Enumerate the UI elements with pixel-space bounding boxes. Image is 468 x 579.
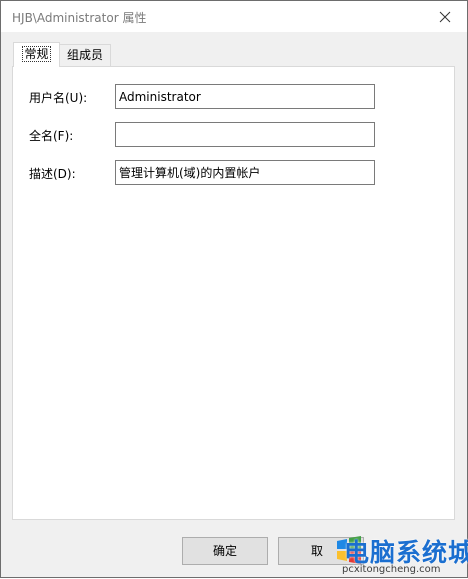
- fullname-field[interactable]: [115, 122, 375, 147]
- properties-dialog: HJB\Administrator 属性 常规 组成员 用户名(U): 全名(F…: [0, 0, 468, 578]
- dialog-body: 常规 组成员 用户名(U): 全名(F): 描述(D): 确定 取: [1, 32, 467, 577]
- general-tab-panel: 用户名(U): 全名(F): 描述(D):: [12, 66, 455, 520]
- title-bar[interactable]: HJB\Administrator 属性: [1, 1, 467, 32]
- tab-member-of[interactable]: 组成员: [59, 44, 111, 66]
- cancel-button[interactable]: 取: [278, 537, 364, 565]
- close-icon: [439, 11, 451, 23]
- username-label: 用户名(U):: [29, 91, 88, 105]
- fullname-label: 全名(F):: [29, 129, 74, 143]
- description-label: 描述(D):: [29, 167, 76, 181]
- tab-general[interactable]: 常规: [13, 42, 60, 67]
- username-field[interactable]: [115, 84, 375, 109]
- window-title: HJB\Administrator 属性: [12, 11, 147, 25]
- tab-general-label: 常规: [22, 46, 51, 62]
- ok-button[interactable]: 确定: [182, 537, 268, 565]
- tab-member-of-label: 组成员: [66, 48, 103, 62]
- close-button[interactable]: [423, 1, 467, 32]
- description-field[interactable]: [115, 160, 375, 185]
